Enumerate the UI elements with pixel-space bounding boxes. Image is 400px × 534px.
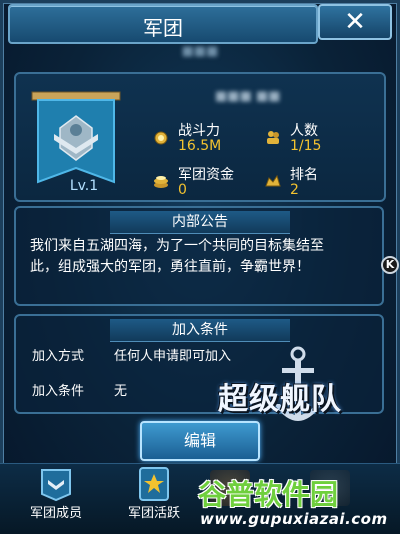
rank-icon bbox=[265, 174, 281, 187]
notice-line: 此，组成强大的军团，勇往直前，争霸世界！ bbox=[30, 259, 310, 275]
join-requirement-value: 无 bbox=[114, 384, 128, 399]
close-icon[interactable]: ✕ bbox=[320, 7, 390, 37]
notice-heading: 内部公告 bbox=[110, 211, 290, 234]
guild-level: Lv.1 bbox=[69, 178, 99, 194]
stat-value-members: 1/15 bbox=[290, 138, 322, 154]
guild-name-blurred: ■■■ bbox=[181, 44, 219, 59]
tab-guild-members[interactable]: 军团成员 bbox=[16, 466, 96, 532]
notice-line: 我们来自五湖四海，为了一个共同的目标集结至 bbox=[30, 238, 324, 254]
people-icon bbox=[267, 131, 279, 144]
join-method-label: 加入方式 bbox=[32, 349, 85, 364]
activity-icon bbox=[139, 467, 169, 501]
stat-label-rank: 排名 bbox=[290, 167, 318, 183]
members-icon bbox=[41, 469, 71, 502]
game-logo-text: 超级舰队 bbox=[218, 382, 342, 417]
edit-button-label: 编辑 bbox=[183, 431, 216, 450]
site-watermark-url: www.gupuxiazai.com bbox=[200, 510, 388, 528]
tab-label: 军团活跃 bbox=[127, 506, 180, 521]
stat-value-rank: 2 bbox=[290, 182, 299, 198]
tab-guild-activity[interactable]: 军团活跃 bbox=[114, 466, 194, 532]
notice-text: 我们来自五湖四海，为了一个共同的目标集结至 此，组成强大的军团，勇往直前，争霸世… bbox=[30, 236, 370, 278]
close-button[interactable]: ✕ bbox=[318, 4, 392, 40]
window-title: 军团 bbox=[143, 16, 183, 40]
tab-label: 军团成员 bbox=[29, 506, 82, 521]
site-watermark-text: 谷普软件园 bbox=[198, 478, 339, 511]
stat-label-funds: 军团资金 bbox=[178, 167, 234, 183]
join-method-value: 任何人申请即可加入 bbox=[114, 349, 232, 364]
coins-icon bbox=[154, 176, 168, 188]
side-badge[interactable]: K bbox=[381, 256, 399, 274]
join-heading: 加入条件 bbox=[110, 319, 290, 342]
stat-value-funds: 0 bbox=[178, 182, 187, 198]
join-requirement-label: 加入条件 bbox=[32, 384, 85, 399]
stat-value-power: 16.5M bbox=[178, 138, 222, 154]
stat-label-power: 战斗力 bbox=[178, 123, 220, 139]
edit-button[interactable]: 编辑 bbox=[140, 421, 260, 461]
title-bar: 军团 bbox=[8, 4, 318, 44]
leader-name-blurred: ■■■ ■■ bbox=[215, 89, 281, 104]
medal-icon bbox=[154, 131, 168, 145]
stat-label-members: 人数 bbox=[290, 123, 318, 139]
